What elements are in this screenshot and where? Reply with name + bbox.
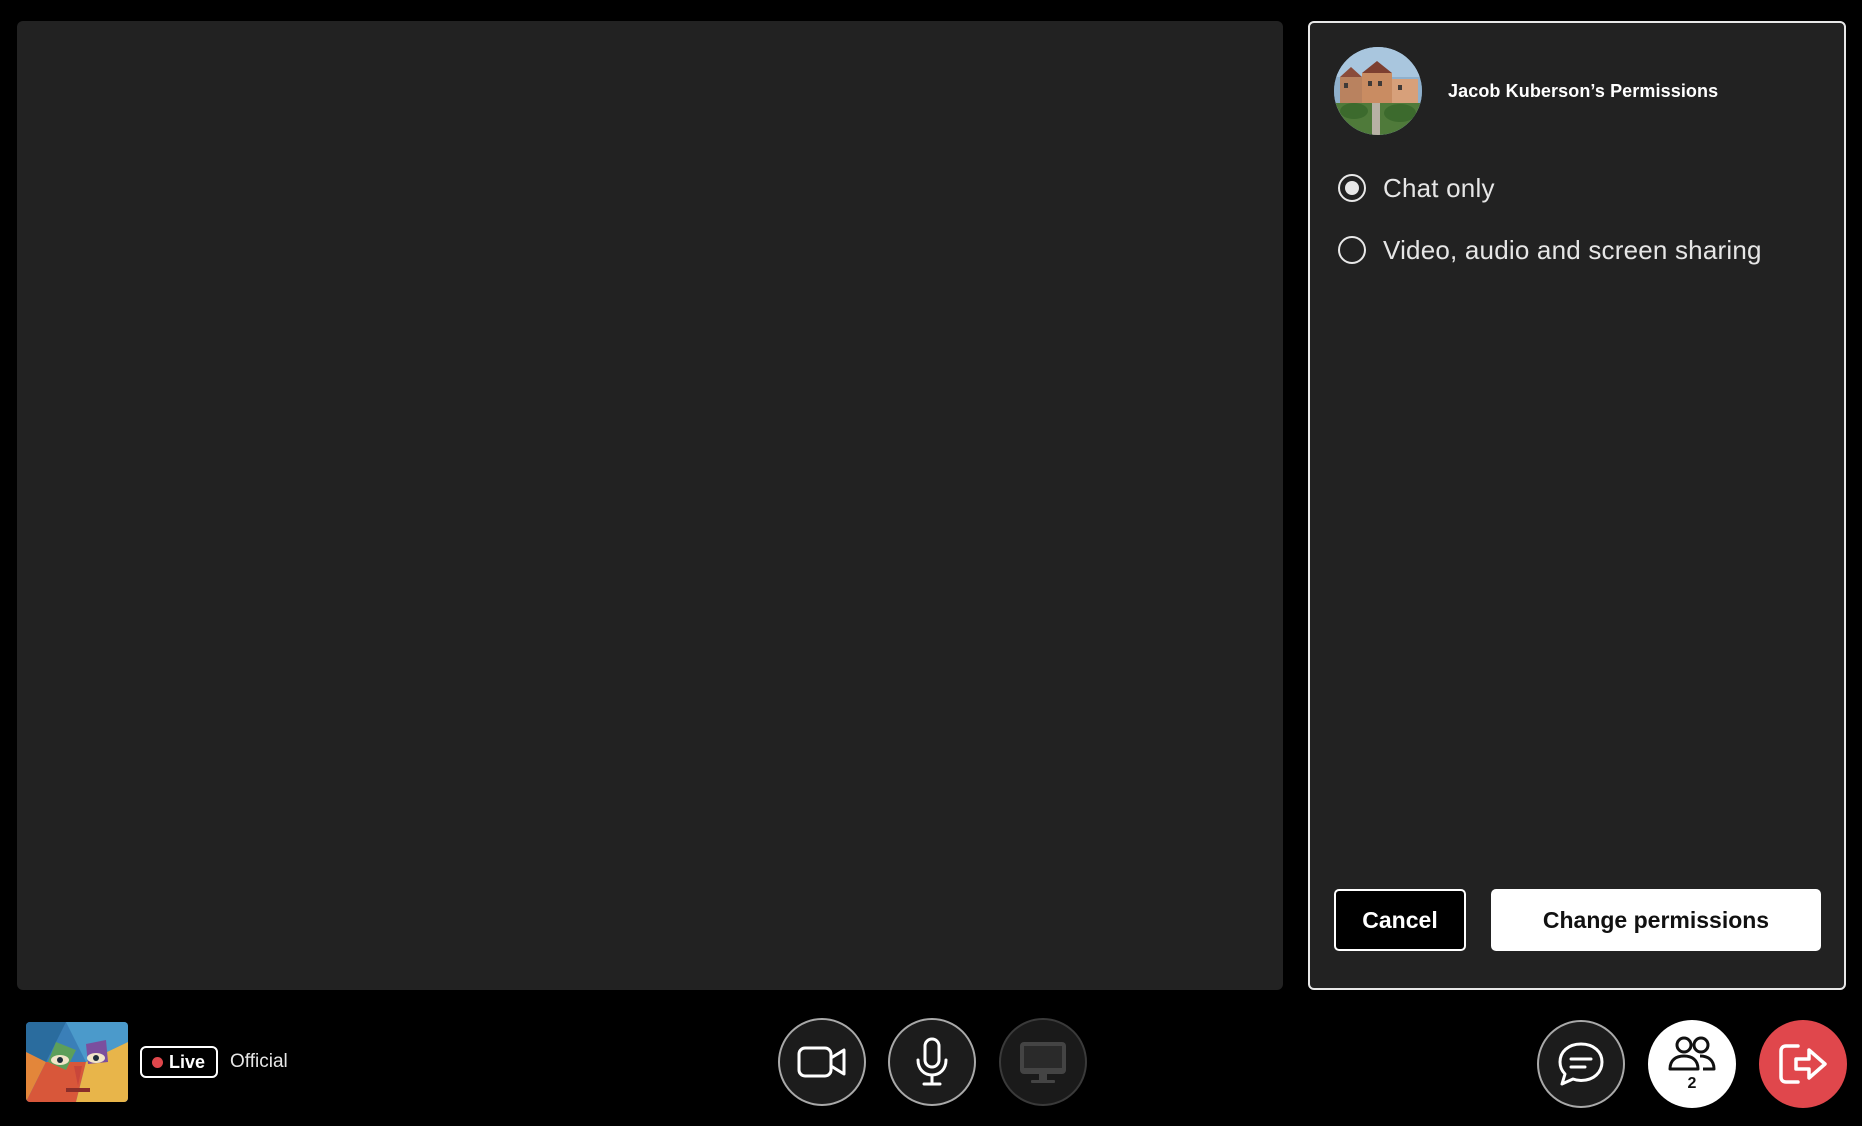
main-video-area <box>17 21 1283 990</box>
permissions-title: Jacob Kuberson’s Permissions <box>1448 80 1719 101</box>
change-permissions-button[interactable]: Change permissions <box>1491 889 1821 951</box>
option-chat-only[interactable]: Chat only <box>1338 157 1762 219</box>
leave-icon <box>1779 1044 1827 1084</box>
avatar <box>1334 47 1422 135</box>
option-video-audio-screen[interactable]: Video, audio and screen sharing <box>1338 219 1762 281</box>
room-name: Official <box>230 1051 288 1072</box>
chat-button[interactable] <box>1537 1020 1625 1108</box>
live-label: Live <box>169 1051 206 1072</box>
monitor-icon <box>1020 1042 1066 1083</box>
camera-toggle-button[interactable] <box>778 1018 866 1106</box>
option-label: Chat only <box>1383 172 1495 203</box>
live-indicator-dot <box>152 1056 163 1068</box>
microphone-toggle-button[interactable] <box>888 1018 976 1106</box>
microphone-icon <box>916 1037 948 1086</box>
radio-chat-only[interactable] <box>1338 174 1366 202</box>
screen-share-button[interactable] <box>999 1018 1087 1106</box>
chat-bubble-icon <box>1558 1042 1604 1086</box>
permission-options: Chat only Video, audio and screen sharin… <box>1338 157 1762 281</box>
avatar-image <box>1334 47 1422 135</box>
radio-video-audio-screen[interactable] <box>1338 236 1366 264</box>
participants-button[interactable]: 2 <box>1648 1020 1736 1108</box>
call-screen: Jacob Kuberson’s Permissions Chat only V… <box>0 0 1862 1126</box>
permissions-header: Jacob Kuberson’s Permissions <box>1334 47 1718 135</box>
permissions-actions: Cancel Change permissions <box>1334 889 1821 951</box>
leave-call-button[interactable] <box>1759 1020 1847 1108</box>
room-thumbnail-image <box>26 1022 128 1102</box>
cancel-button[interactable]: Cancel <box>1334 889 1466 951</box>
option-label: Video, audio and screen sharing <box>1383 234 1762 265</box>
people-icon <box>1668 1036 1716 1071</box>
room-info: Live Official <box>26 1022 288 1102</box>
permissions-panel: Jacob Kuberson’s Permissions Chat only V… <box>1308 21 1846 990</box>
participant-count: 2 <box>1687 1075 1697 1092</box>
video-camera-icon <box>797 1046 846 1078</box>
live-badge: Live <box>140 1046 219 1078</box>
room-thumbnail[interactable] <box>26 1022 128 1102</box>
